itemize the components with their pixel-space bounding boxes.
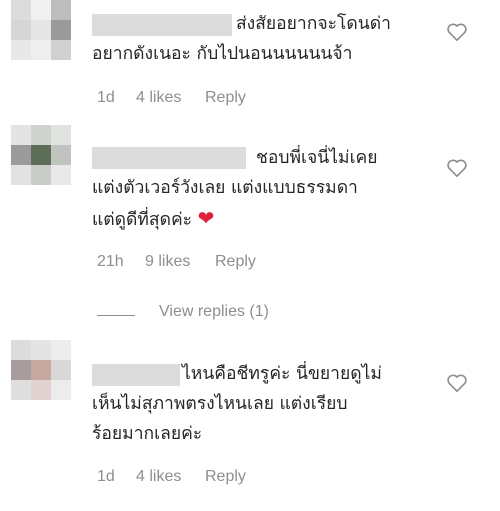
- avatar-pixel: [11, 20, 31, 40]
- avatar-pixel: [51, 20, 71, 40]
- avatar-pixel: [11, 165, 31, 185]
- avatar-pixel: [31, 165, 51, 185]
- red-heart-emoji: ❤: [197, 206, 215, 230]
- view-replies-label[interactable]: View replies (1): [159, 303, 269, 321]
- comment-text-line: เห็นไม่สุภาพตรงไหนเลย แต่งเรียบ: [92, 394, 348, 414]
- avatar-pixel: [11, 125, 31, 145]
- avatar[interactable]: [11, 0, 71, 60]
- likes-count[interactable]: 4 likes: [136, 468, 181, 486]
- comment-meta: 1d 4 likes Reply: [97, 89, 297, 109]
- comment-text-line: ชอบพี่เจนี่ไม่เคย: [256, 148, 378, 168]
- reply-button[interactable]: Reply: [205, 89, 246, 107]
- avatar-pixel: [11, 360, 31, 380]
- avatar-pixel: [11, 340, 31, 360]
- comment-text-line: ส่งสัยอยากจะโดนด่า: [236, 14, 391, 34]
- likes-count[interactable]: 9 likes: [145, 253, 190, 271]
- avatar[interactable]: [11, 125, 71, 185]
- comment-meta: 1d 4 likes Reply: [97, 468, 297, 488]
- avatar-pixel: [31, 20, 51, 40]
- username-redacted[interactable]: [92, 147, 246, 169]
- avatar-pixel: [51, 125, 71, 145]
- avatar-pixel: [11, 380, 31, 400]
- avatar-pixel: [11, 40, 31, 60]
- avatar[interactable]: [11, 340, 71, 400]
- comment-text-line: อยากดังเนอะ กับไปนอนนนนนนจ้า: [92, 44, 353, 64]
- avatar-pixel: [31, 360, 51, 380]
- avatar-pixel: [51, 145, 71, 165]
- comment-text: แต่ดูดีที่สุดค่ะ: [92, 210, 193, 230]
- avatar-pixel: [11, 145, 31, 165]
- heart-outline-icon[interactable]: [446, 158, 468, 178]
- comment-time[interactable]: 21h: [97, 253, 124, 271]
- comment-time[interactable]: 1d: [97, 89, 115, 107]
- avatar-pixel: [51, 380, 71, 400]
- avatar-pixel: [51, 165, 71, 185]
- comment-text-line: แต่ดูดีที่สุดค่ะ ❤: [92, 206, 214, 232]
- comment-text-line: แต่งตัวเวอร์วังเลย แต่งแบบธรรมดา: [92, 178, 358, 198]
- avatar-pixel: [31, 380, 51, 400]
- view-replies-divider: [97, 315, 135, 316]
- avatar-pixel: [51, 340, 71, 360]
- avatar-pixel: [11, 0, 31, 20]
- avatar-pixel: [31, 125, 51, 145]
- avatar-pixel: [31, 40, 51, 60]
- avatar-pixel: [51, 360, 71, 380]
- avatar-pixel: [31, 340, 51, 360]
- heart-outline-icon[interactable]: [446, 22, 468, 42]
- heart-outline-icon[interactable]: [446, 373, 468, 393]
- avatar-pixel: [31, 145, 51, 165]
- reply-button[interactable]: Reply: [205, 468, 246, 486]
- comment-text-line: ไหนคือชีทรูค่ะ นี่ขยายดูไม่: [182, 364, 382, 384]
- username-redacted[interactable]: [92, 364, 180, 386]
- comment-time[interactable]: 1d: [97, 468, 115, 486]
- avatar-pixel: [31, 0, 51, 20]
- likes-count[interactable]: 4 likes: [136, 89, 181, 107]
- avatar-pixel: [51, 0, 71, 20]
- comment-text-line: ร้อยมากเลยค่ะ: [92, 424, 203, 444]
- avatar-pixel: [51, 40, 71, 60]
- reply-button[interactable]: Reply: [215, 253, 256, 271]
- username-redacted[interactable]: [92, 14, 232, 36]
- comment-meta: 21h 9 likes Reply: [97, 253, 297, 273]
